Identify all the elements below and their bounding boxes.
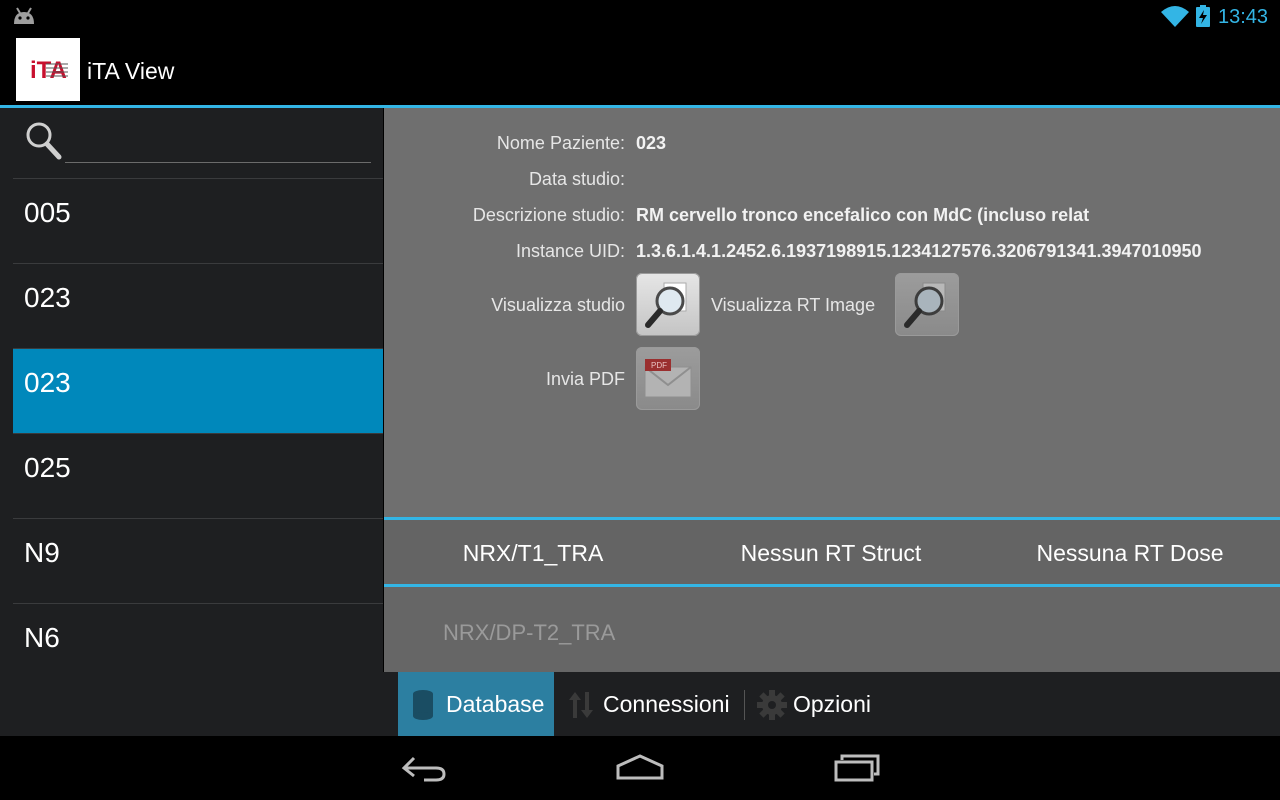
invia-pdf-button[interactable]: PDF — [636, 347, 700, 410]
patient-item[interactable]: N6 — [13, 603, 383, 668]
visualizza-rt-image-button[interactable] — [895, 273, 959, 336]
series-list: NRX/DP-T2_TRA — [384, 587, 1280, 672]
nome-paziente-label: Nome Paziente: — [496, 133, 625, 153]
patient-item-label: 023 — [24, 282, 71, 313]
nome-paziente-value: 023 — [636, 133, 667, 153]
tab-database-label: Database — [446, 691, 545, 717]
tab-rt-struct[interactable]: Nessun RT Struct — [682, 520, 980, 584]
patient-item-label: 023 — [24, 367, 71, 398]
patient-item[interactable]: 023 — [13, 263, 383, 348]
recent-apps-icon[interactable] — [832, 748, 884, 788]
series-tabs: NRX/T1_TRA Nessun RT Struct Nessuna RT D… — [384, 517, 1280, 587]
patient-item[interactable]: 025 — [13, 433, 383, 518]
app-title: iTA View — [87, 58, 175, 84]
tab-connessioni[interactable]: Connessioni — [560, 672, 744, 736]
patient-item[interactable]: N9 — [13, 518, 383, 603]
transfer-arrows-icon — [569, 692, 593, 718]
patient-sidebar: 005 023 023 025 N9 N6 — [0, 108, 383, 672]
gear-icon — [757, 690, 787, 720]
instance-uid-value: 1.3.6.1.4.1.2452.6.1937198915.1234127576… — [636, 241, 1202, 261]
patient-item-label: 025 — [24, 452, 71, 483]
tab-opzioni-label: Opzioni — [793, 691, 871, 717]
patient-item[interactable]: 005 — [13, 178, 383, 263]
descrizione-studio-label: Descrizione studio: — [472, 205, 625, 225]
descrizione-studio-value: RM cervello tronco encefalico con MdC (i… — [636, 205, 1090, 225]
series-list-item[interactable]: NRX/DP-T2_TRA — [443, 620, 615, 646]
search-row — [0, 108, 383, 178]
android-debug-icon — [14, 7, 34, 24]
bottom-tab-bar: Database Connessioni Opzioni — [0, 672, 1280, 736]
visualizza-studio-button[interactable] — [636, 273, 700, 336]
study-detail-panel: Nome Paziente: 023 Data studio: Descrizi… — [384, 108, 1280, 517]
database-icon — [413, 690, 433, 720]
tab-database[interactable]: Database — [398, 672, 554, 736]
data-studio-label: Data studio: — [528, 169, 625, 189]
svg-text:iTA: iTA — [30, 57, 67, 84]
tab-opzioni[interactable]: Opzioni — [748, 672, 888, 736]
system-nav-bar — [0, 736, 1280, 800]
patient-item-label: N9 — [24, 537, 60, 568]
visualizza-rt-image-label: Visualizza RT Image — [711, 295, 876, 315]
search-input[interactable] — [65, 128, 371, 163]
wifi-icon — [1161, 6, 1189, 27]
pdf-mail-icon: PDF — [644, 359, 692, 398]
back-icon[interactable] — [400, 748, 448, 788]
tab-connessioni-label: Connessioni — [603, 691, 730, 717]
status-bar: 13:43 — [0, 0, 1280, 33]
svg-text:PDF: PDF — [651, 361, 667, 370]
patient-list: 005 023 023 025 N9 N6 — [13, 178, 383, 668]
search-icon — [26, 122, 62, 160]
tab-series[interactable]: NRX/T1_TRA — [384, 520, 682, 584]
patient-item-label: 005 — [24, 197, 71, 228]
magnifier-icon — [904, 282, 946, 328]
tab-rt-dose[interactable]: Nessuna RT Dose — [981, 520, 1279, 584]
app-logo: iTA — [16, 38, 80, 101]
patient-item-label: N6 — [24, 622, 60, 653]
action-bar: iTA iTA View — [0, 33, 1280, 108]
invia-pdf-label: Invia PDF — [545, 369, 625, 389]
visualizza-studio-label: Visualizza studio — [491, 295, 625, 315]
clock: 13:43 — [1218, 6, 1269, 28]
battery-charging-icon — [1196, 5, 1210, 27]
instance-uid-label: Instance UID: — [515, 241, 625, 261]
magnifier-icon — [645, 282, 687, 328]
patient-item[interactable]: 023 — [13, 348, 383, 433]
home-icon[interactable] — [614, 748, 666, 788]
